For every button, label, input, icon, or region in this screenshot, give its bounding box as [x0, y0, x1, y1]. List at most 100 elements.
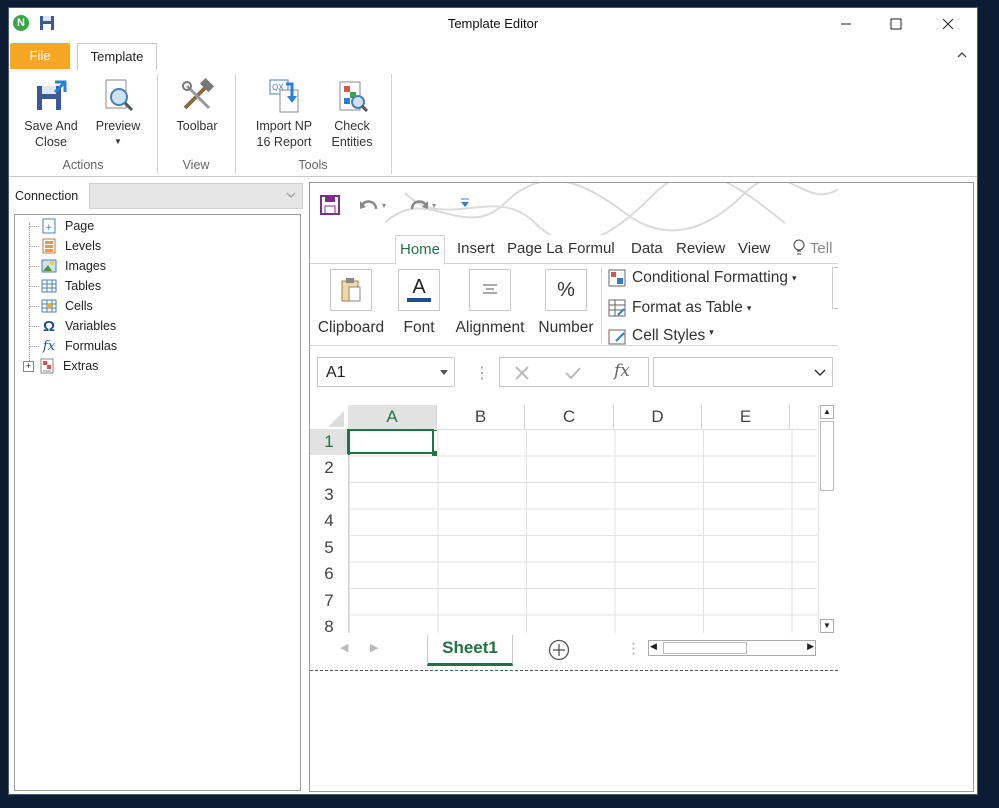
row-header[interactable]: 3 [310, 482, 348, 508]
tab-formulas[interactable]: Formul [568, 235, 615, 263]
import-np-report-button[interactable]: QX Import NP 16 Report [249, 78, 319, 150]
toolbar-button[interactable]: Toolbar [169, 77, 225, 134]
redo-icon[interactable]: ▾ [408, 195, 442, 218]
spreadsheet-control: ▾ ▾ Home Insert Page La Formul Data Revi… [310, 183, 838, 675]
confirm-entry-icon[interactable] [564, 365, 582, 381]
add-sheet-button[interactable] [548, 639, 570, 664]
page-boundary-line [310, 670, 838, 671]
clipboard-button[interactable]: Clipboard [312, 269, 390, 337]
maximize-button[interactable] [873, 8, 919, 40]
spreadsheet-ribbon: Clipboard A Font Alignment % Number Cond… [310, 263, 838, 345]
name-box[interactable]: A1 [317, 357, 455, 387]
column-header[interactable]: B [437, 405, 525, 429]
close-icon [942, 18, 954, 30]
format-as-table-icon [608, 299, 626, 317]
format-as-table-button[interactable]: Format as Table ▾ [608, 299, 751, 317]
tree-item-extras[interactable]: Extras [39, 356, 98, 376]
column-header[interactable]: E [702, 405, 790, 429]
expand-toggle[interactable]: + [23, 361, 34, 372]
font-button[interactable]: A Font [396, 269, 442, 337]
name-box-value: A1 [326, 364, 346, 381]
levels-icon [41, 238, 57, 254]
connection-label: Connection [15, 189, 79, 203]
preview-button[interactable]: Preview ▼ [93, 78, 143, 150]
formula-bar: A1 ⋮ fx [310, 355, 838, 391]
tree-item-label: Images [65, 259, 106, 273]
tree-item-formulas[interactable]: fx Formulas [29, 336, 117, 356]
selected-cell-a1[interactable] [347, 429, 434, 454]
cancel-entry-icon[interactable] [514, 365, 530, 381]
row-header[interactable]: 8 [310, 614, 348, 633]
prev-sheet-icon[interactable]: ◀ [340, 641, 348, 654]
customize-qat-icon[interactable] [460, 197, 470, 212]
save-and-close-button[interactable]: Save And Close [21, 78, 81, 150]
horizontal-scrollbar[interactable]: ◀ ▶ [648, 640, 816, 656]
tab-home[interactable]: Home [395, 235, 446, 265]
omega-icon: Ω [42, 317, 56, 335]
scroll-thumb[interactable] [820, 421, 834, 491]
check-entities-button[interactable]: Check Entities [327, 78, 377, 150]
tree-item-cells[interactable]: Cells [29, 296, 93, 316]
entity-tree: + Page Levels Images Tables Cells Ω Vari… [14, 214, 301, 791]
scroll-right-icon[interactable]: ▶ [807, 641, 814, 652]
conditional-formatting-icon [608, 269, 626, 287]
insert-function-icon[interactable]: fx [614, 361, 630, 381]
row-header[interactable]: 4 [310, 508, 348, 534]
fill-handle[interactable] [432, 451, 437, 456]
tab-page-layout[interactable]: Page La [507, 235, 563, 263]
column-header[interactable]: A [348, 405, 437, 431]
minimize-button[interactable] [823, 8, 869, 40]
tree-item-levels[interactable]: Levels [29, 236, 101, 256]
cells-area[interactable] [348, 429, 817, 633]
tab-data[interactable]: Data [631, 235, 663, 263]
select-all-corner[interactable] [310, 405, 348, 429]
chevron-down-icon [440, 370, 448, 375]
row-header[interactable]: 1 [310, 429, 350, 455]
number-label: Number [538, 319, 594, 336]
tab-insert[interactable]: Insert [457, 235, 495, 263]
row-header[interactable]: 7 [310, 588, 348, 614]
undo-icon[interactable]: ▾ [358, 195, 392, 218]
row-header[interactable]: 5 [310, 535, 348, 561]
tell-me-search[interactable]: Tell [792, 235, 832, 263]
collapse-ribbon-button[interactable] [955, 48, 969, 62]
spreadsheet-save-icon[interactable] [320, 195, 340, 218]
vertical-scrollbar[interactable]: ▲ ▼ [818, 405, 836, 633]
number-button[interactable]: % Number [534, 269, 598, 337]
import-np-label-1: Import NP [255, 119, 313, 133]
more-options-icon[interactable]: ⋮ [626, 639, 641, 657]
alignment-button[interactable]: Alignment [450, 269, 530, 337]
tree-item-page[interactable]: + Page [29, 216, 94, 236]
column-header[interactable]: C [525, 405, 614, 429]
scroll-thumb[interactable] [663, 642, 747, 654]
scroll-up-icon[interactable]: ▲ [820, 405, 834, 419]
tree-item-tables[interactable]: Tables [29, 276, 101, 296]
conditional-formatting-label: Conditional Formatting [632, 269, 788, 286]
tree-item-label: Page [65, 219, 95, 233]
toolbar-tools-icon [179, 77, 215, 114]
row-header[interactable]: 6 [310, 561, 348, 587]
tell-me-label: Tell [809, 240, 833, 257]
cell-styles-button[interactable]: Cell Styles ▾ [608, 327, 714, 345]
tab-template[interactable]: Template [77, 43, 157, 72]
connection-select[interactable] [89, 183, 303, 209]
svg-text:▾: ▾ [382, 201, 386, 210]
scroll-down-icon[interactable]: ▼ [820, 619, 834, 633]
column-header[interactable]: D [614, 405, 702, 429]
tree-item-images[interactable]: Images [29, 256, 106, 276]
row-header[interactable]: 2 [310, 455, 348, 481]
sheet-tab-sheet1[interactable]: Sheet1 [427, 635, 513, 666]
more-options-icon[interactable]: ⋮ [474, 363, 490, 383]
formula-input[interactable] [653, 357, 833, 387]
tables-icon [41, 278, 57, 294]
next-sheet-icon[interactable]: ▶ [370, 641, 378, 654]
tab-review[interactable]: Review [676, 235, 725, 263]
tab-view[interactable]: View [738, 235, 770, 263]
scroll-left-icon[interactable]: ◀ [650, 641, 657, 652]
ribbon: Save And Close Preview ▼ Actions Toolbar… [9, 70, 977, 177]
page-icon: + [41, 218, 57, 234]
conditional-formatting-button[interactable]: Conditional Formatting ▾ [608, 269, 796, 287]
tree-item-variables[interactable]: Ω Variables [29, 316, 116, 336]
tab-file[interactable]: File [10, 43, 70, 69]
close-button[interactable] [925, 8, 971, 40]
